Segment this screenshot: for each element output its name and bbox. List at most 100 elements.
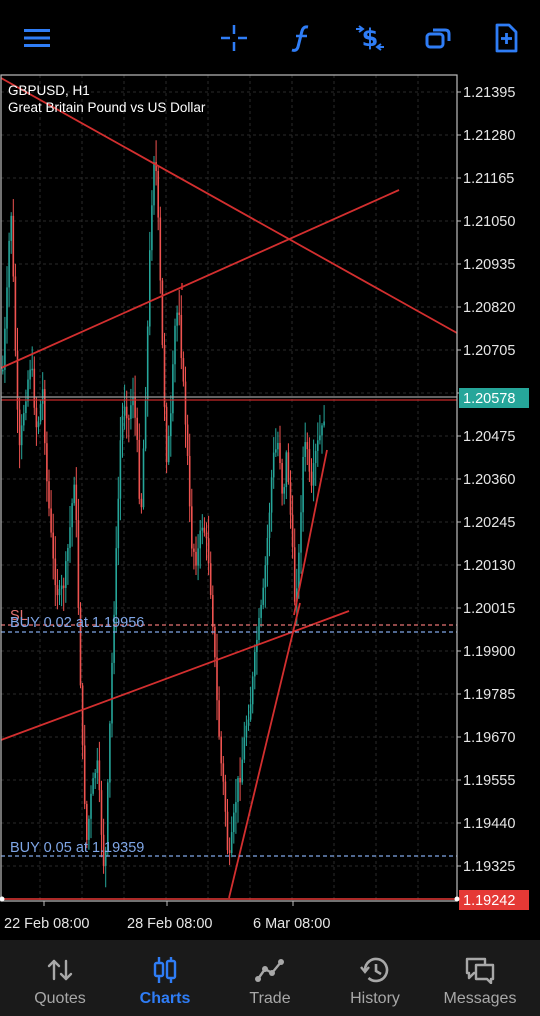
price-label: 1.19900	[463, 644, 515, 660]
candle-body	[109, 723, 111, 783]
candle-body	[115, 548, 117, 615]
candle-body	[170, 413, 172, 437]
candle-body	[182, 358, 185, 382]
tab-messages[interactable]: Messages	[430, 940, 530, 1016]
candle-body	[199, 530, 201, 549]
price-label: 1.20245	[463, 515, 515, 531]
candle-body	[39, 403, 42, 422]
candle-body	[94, 772, 96, 779]
candle-body	[235, 802, 237, 813]
candle-body	[314, 450, 317, 464]
trendline	[293, 449, 328, 616]
candle-body	[188, 455, 191, 507]
candle-body	[249, 704, 252, 720]
time-label: 6 Mar 08:00	[253, 916, 330, 932]
candle-body	[306, 442, 309, 450]
candle-body	[195, 551, 197, 566]
candle-body	[178, 312, 180, 315]
candle-body	[73, 484, 75, 504]
price-label: 1.21050	[463, 214, 515, 230]
trend-line-icon	[255, 956, 285, 984]
candle-body	[142, 448, 145, 508]
candle-body	[75, 484, 78, 521]
price-label: 1.19325	[463, 859, 515, 875]
candle-body	[58, 589, 61, 596]
candle-body	[67, 547, 69, 562]
candle-body	[48, 481, 50, 509]
candle-body	[212, 595, 214, 627]
candle-body	[60, 585, 63, 590]
price-label: 1.19670	[463, 730, 515, 746]
candle-body	[46, 443, 48, 482]
price-label: 1.19555	[463, 773, 515, 789]
candle-body	[254, 652, 256, 677]
tab-history[interactable]: History	[325, 940, 425, 1016]
sort-arrows-icon	[47, 956, 73, 984]
candle-body	[275, 449, 277, 453]
trendlines	[0, 77, 458, 899]
candle-body	[81, 685, 84, 746]
tab-charts[interactable]: Charts	[115, 940, 215, 1016]
candle-body	[203, 527, 206, 533]
current-price-label: 1.20578	[463, 391, 515, 407]
trendline	[0, 77, 458, 334]
candle-body	[226, 811, 229, 851]
candle-body	[146, 326, 149, 401]
candle-body	[176, 312, 178, 326]
candle-body	[54, 558, 57, 586]
price-axis: 1.21395 1.21280 1.21165 1.21050 1.20935 1.208…	[0, 85, 529, 910]
candle-body	[25, 401, 27, 414]
candle-body	[62, 585, 65, 588]
buy-order-label-2: BUY 0.05 at 1.19359	[10, 840, 144, 856]
candle-body	[71, 503, 73, 528]
tab-quotes[interactable]: Quotes	[10, 940, 110, 1016]
candle-body	[92, 778, 94, 794]
candlesticks-icon	[152, 956, 178, 984]
candle-body	[304, 442, 306, 457]
candle-body	[302, 456, 304, 513]
candle-body	[186, 424, 189, 456]
candle-body	[159, 217, 162, 281]
candle-body	[140, 498, 143, 508]
candle-body	[128, 418, 130, 420]
candle-body	[50, 508, 52, 533]
candle-body	[157, 171, 159, 218]
candle-body	[308, 449, 311, 472]
price-label: 1.20475	[463, 429, 515, 445]
candle-body	[277, 442, 279, 450]
candle-body	[23, 413, 25, 426]
tab-trade[interactable]: Trade	[220, 940, 320, 1016]
candle-body	[281, 463, 283, 494]
candle-body	[283, 487, 285, 494]
candle-body	[20, 425, 23, 446]
candle-body	[69, 527, 71, 548]
candle-body	[90, 793, 92, 819]
candle-body	[300, 512, 302, 553]
candle-body	[228, 850, 231, 854]
candle-body	[266, 537, 269, 566]
price-chart[interactable]: SL BUY 0.02 at 1.19956 BUY 0.05 at 1.19359…	[0, 0, 540, 940]
candle-body	[83, 745, 86, 804]
candle-body	[31, 368, 33, 371]
chat-bubbles-icon	[464, 956, 496, 984]
candle-body	[18, 409, 21, 446]
low-price-marker	[454, 896, 460, 902]
candle-body	[123, 406, 126, 416]
candle-body	[37, 421, 40, 428]
candle-body	[289, 482, 292, 515]
candle-body	[14, 276, 17, 351]
price-label: 1.19440	[463, 816, 515, 832]
trendline	[228, 602, 301, 899]
candle-body	[184, 381, 187, 425]
chart-canvas[interactable]: SLBUY 0.02 at 1.19956BUY 0.05 at 1.19359…	[0, 0, 540, 940]
buy-order-label-1: BUY 0.02 at 1.19956	[10, 615, 144, 631]
candle-body	[138, 439, 141, 499]
candle-body	[272, 452, 275, 478]
candle-body	[130, 405, 132, 419]
chart-grid	[1, 75, 457, 901]
candle-body	[52, 532, 54, 559]
candle-body	[216, 657, 218, 701]
candle-body	[321, 425, 323, 436]
candle-body	[172, 364, 174, 414]
symbol-title: GBPUSD, H1	[8, 83, 90, 98]
